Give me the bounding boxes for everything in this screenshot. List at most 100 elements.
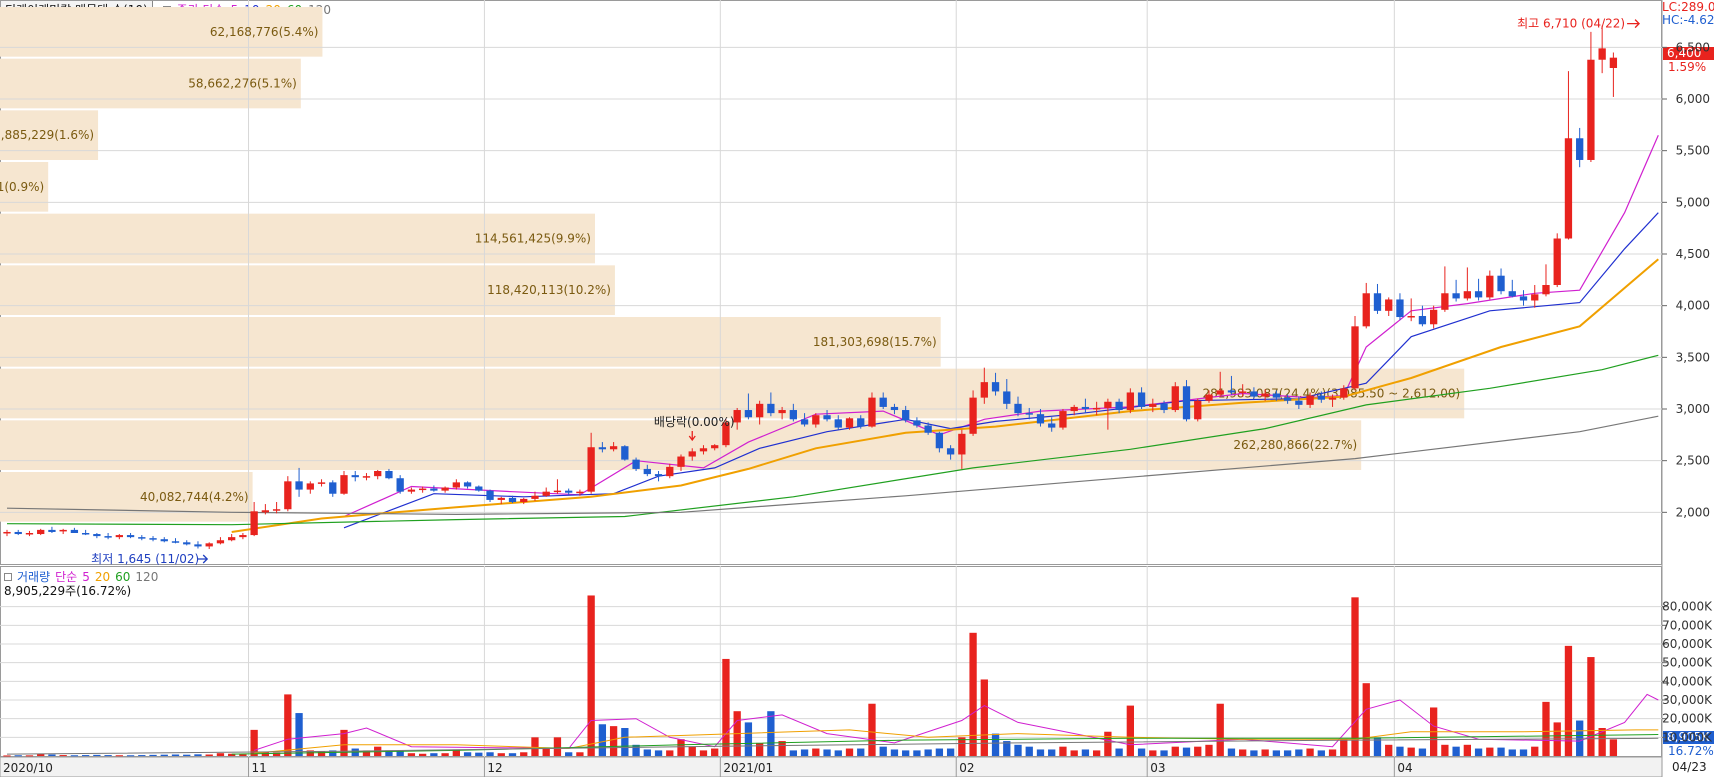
volume-profile-label: 62,168,776(5.4%) [210, 25, 319, 39]
candle-body [1261, 393, 1269, 397]
candle-body [587, 447, 595, 492]
candle-body [1104, 401, 1112, 408]
candle-body [205, 543, 213, 547]
candle-body [138, 537, 146, 539]
candle-body [1216, 390, 1224, 395]
volume-bar [1340, 739, 1348, 756]
candle-body [430, 488, 438, 491]
candle-body [1092, 407, 1101, 410]
candle-body [463, 482, 472, 487]
volume-bar [1115, 748, 1123, 756]
candle-body [643, 468, 651, 475]
volume-bar [1149, 750, 1157, 756]
volume-tick-label: 20,000K [1662, 712, 1713, 726]
candle-body [1283, 397, 1292, 401]
volume-bar [48, 754, 56, 756]
candle-body [1564, 138, 1573, 239]
volume-profile-label: 18,885,229(1.6%) [0, 128, 94, 142]
volume-bar [1182, 747, 1191, 756]
volume-bar [890, 749, 899, 756]
volume-profile-label: 9,985,211(0.9%) [0, 180, 44, 194]
volume-bar [913, 750, 921, 756]
candle-body [924, 425, 932, 433]
volume-bar [800, 749, 809, 756]
candle-body [1598, 48, 1606, 60]
candle-body [1519, 296, 1528, 301]
volume-bar [722, 658, 730, 756]
candle-body [1553, 238, 1561, 285]
candle-body [340, 475, 348, 494]
volume-bar [1328, 749, 1337, 756]
volume-bar [520, 752, 528, 756]
volume-bar [946, 748, 955, 756]
candle-body [351, 475, 359, 478]
date-label: 11 [252, 761, 267, 775]
candle-body [868, 397, 876, 427]
candle-body [666, 466, 674, 477]
candle-body [1463, 291, 1471, 299]
volume-profile-label: 118,420,113(10.2%) [487, 283, 611, 297]
volume-bar [542, 748, 550, 756]
candle-body [396, 478, 404, 492]
volume-bar [239, 754, 247, 756]
volume-bar [25, 755, 34, 757]
volume-bar [609, 726, 618, 756]
candle-body [93, 534, 101, 537]
volume-bar [126, 755, 135, 757]
candle-body [1531, 294, 1539, 301]
volume-bar [1418, 748, 1427, 756]
candle-body [48, 529, 56, 532]
candle-body [1295, 400, 1303, 405]
stock-chart[interactable]: 2,000 2,500 3,000 3,500 4,000 4,500 5,000 5,500… [0, 0, 1714, 777]
volume-tick-label: 60,000K [1662, 637, 1713, 651]
volume-bar [789, 750, 797, 756]
volume-bar [1474, 748, 1483, 756]
volume-bar [1497, 747, 1505, 756]
volume-profile-label: 40,082,744(4.2%) [140, 490, 249, 504]
volume-bar [1317, 750, 1325, 756]
low-annotation: 최저 1,645 (11/02) [91, 552, 199, 566]
volume-tick-label: 40,000K [1662, 674, 1713, 688]
volume-bar [868, 703, 876, 756]
candle-body [744, 410, 753, 418]
candle-body [598, 447, 607, 450]
volume-bar [991, 733, 1000, 756]
volume-bar [553, 737, 562, 756]
volume-bar [980, 679, 988, 756]
candle-body [1340, 388, 1348, 398]
candle-body [160, 539, 168, 542]
candle-body [216, 540, 225, 544]
candle-body [778, 410, 786, 414]
high-annotation: 최고 6,710 (04/22) [1517, 17, 1625, 31]
candle-body [755, 403, 764, 418]
volume-profile-label: 262,280,866(22.7%) [1233, 438, 1357, 452]
volume-bar [857, 748, 865, 756]
price-tick-label: 6,500 [1676, 40, 1710, 54]
candle-body [654, 474, 663, 477]
candle-body [1497, 275, 1505, 292]
candle-body [1373, 293, 1382, 311]
candle-body [1429, 309, 1438, 325]
volume-bar [1160, 750, 1168, 756]
volume-profile-bar [0, 317, 941, 367]
volume-bar [666, 750, 674, 756]
volume-bar [778, 741, 786, 756]
candle-body [362, 476, 371, 478]
candle-body [1048, 423, 1056, 428]
volume-bar [284, 694, 292, 756]
volume-bar [1396, 746, 1404, 756]
volume-bar [1216, 703, 1224, 756]
candle-body [250, 511, 258, 536]
candle-body [284, 481, 292, 510]
candle-body [1205, 394, 1213, 401]
volume-bar [508, 753, 517, 756]
volume-bar [1081, 749, 1090, 756]
volume-bar [1194, 746, 1202, 756]
candle-body [632, 459, 640, 469]
candle-body [272, 509, 281, 511]
candle-body [239, 535, 247, 538]
candle-body [497, 497, 505, 500]
volume-bar [183, 754, 191, 756]
candle-body [1508, 291, 1516, 297]
volume-bar [587, 595, 595, 756]
